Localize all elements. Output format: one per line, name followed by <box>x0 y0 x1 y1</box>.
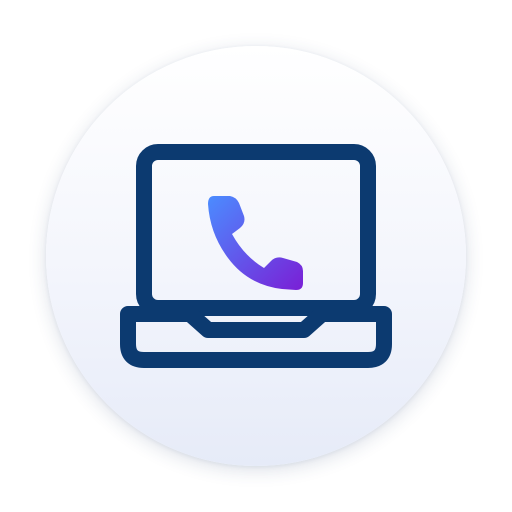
laptop-base-icon <box>120 306 392 368</box>
laptop-phone-call-icon <box>120 144 392 368</box>
laptop-screen-icon <box>136 144 376 316</box>
phone-handset-icon <box>208 196 303 290</box>
app-icon[interactable] <box>0 0 512 512</box>
